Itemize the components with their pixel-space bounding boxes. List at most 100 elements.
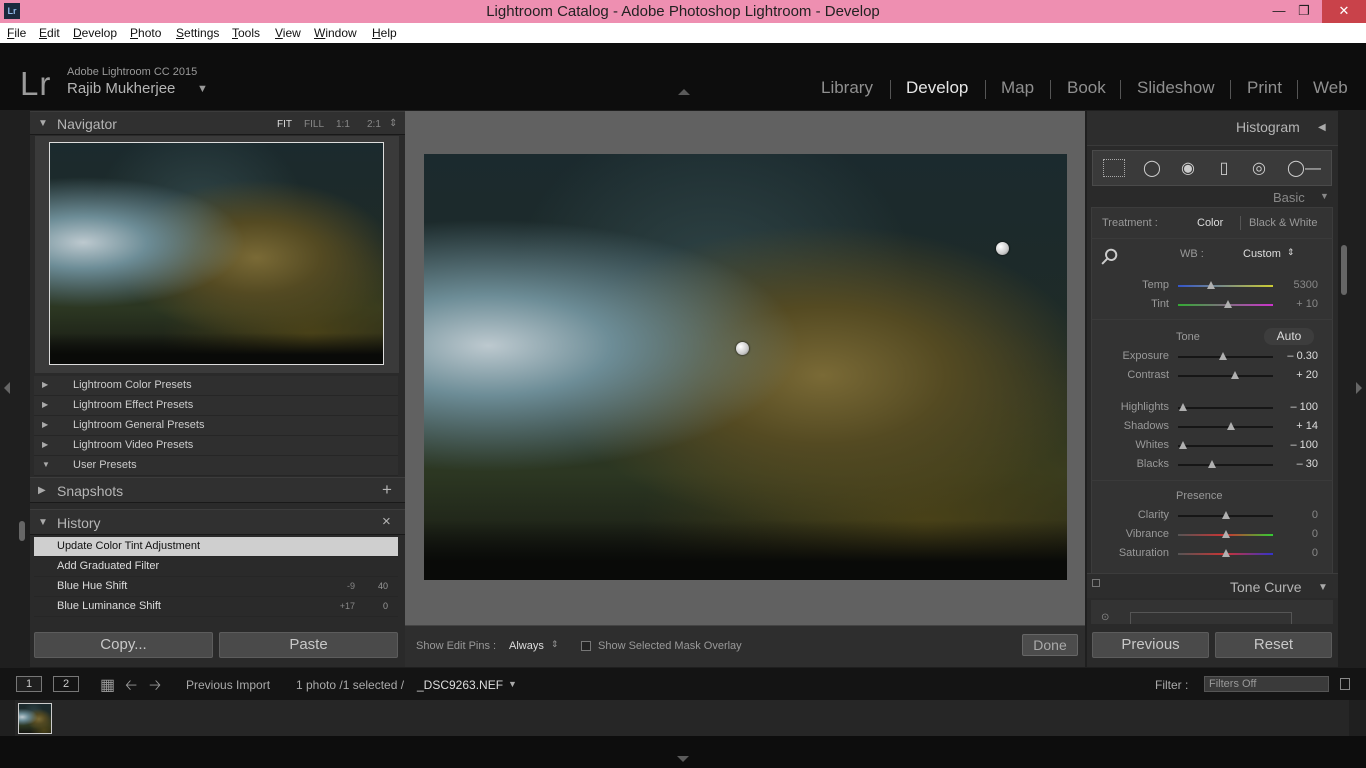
slider-value[interactable]: 0 [1278,509,1318,521]
nav-opt-fill[interactable]: FILL [304,119,324,130]
menu-file[interactable]: File [7,26,26,40]
module-slideshow[interactable]: Slideshow [1137,78,1215,98]
slider-value[interactable]: – 0.30 [1278,350,1318,362]
preset-folder-user[interactable]: ▼ User Presets [34,456,398,476]
slider-track[interactable] [1178,445,1273,447]
module-library[interactable]: Library [821,78,873,98]
treatment-bw[interactable]: Black & White [1249,217,1317,229]
edit-pin-icon[interactable] [996,242,1009,255]
slider-value[interactable]: – 100 [1278,439,1318,451]
mask-overlay-checkbox[interactable] [581,641,591,651]
slider-knob[interactable] [1218,352,1227,360]
back-arrow-icon[interactable]: 🡠 [125,675,137,700]
history-item[interactable]: Blue Luminance Shift +17 0 [34,597,398,617]
menu-develop[interactable]: Develop [73,26,117,40]
nav-opt-1to1[interactable]: 1:1 [336,119,350,130]
add-snapshot-icon[interactable]: + [382,480,392,500]
slider-track[interactable] [1178,426,1273,428]
left-panel-scrollbar[interactable] [19,521,25,541]
adjustment-brush-icon[interactable]: ◯— [1283,159,1325,179]
spot-removal-icon[interactable]: ◯ [1141,159,1163,179]
histogram-header[interactable]: Histogram ◀ [1087,111,1338,146]
slider-track[interactable] [1178,407,1273,409]
slider-track[interactable] [1178,375,1273,377]
right-panel-scrollbar[interactable] [1341,245,1347,295]
history-item[interactable]: Update Color Tint Adjustment [34,537,398,557]
menu-tools[interactable]: Tools [232,26,260,40]
module-book[interactable]: Book [1067,78,1106,98]
red-eye-icon[interactable]: ◉ [1177,159,1199,179]
previous-button[interactable]: Previous [1092,632,1209,658]
menu-settings[interactable]: Settings [176,26,219,40]
close-button[interactable]: ✕ [1322,0,1366,23]
slider-knob[interactable] [1221,511,1230,519]
navigator-header[interactable]: ▼ Navigator FIT FILL 1:1 2:1 ⇕ [30,111,405,135]
slider-value[interactable]: – 100 [1278,401,1318,413]
slider-value[interactable]: 0 [1278,528,1318,540]
filmstrip-thumbnail[interactable] [18,703,52,734]
slider-value[interactable]: + 20 [1278,369,1318,381]
slider-value[interactable]: 5300 [1278,279,1318,291]
main-photo[interactable] [424,154,1067,580]
slider-knob[interactable] [1221,549,1230,557]
select-stepper-icon[interactable]: ⇕ [1287,247,1295,258]
selected-filename[interactable]: _DSC9263.NEF [417,678,503,692]
slider-knob[interactable] [1208,460,1217,468]
secondary-window-button[interactable]: 2 [53,676,79,692]
filter-select[interactable]: Filters Off [1204,676,1329,692]
crop-tool-icon[interactable] [1103,159,1125,177]
minimize-button[interactable]: — [1266,0,1292,23]
filmstrip-source[interactable]: Previous Import [186,678,270,692]
filter-lock-icon[interactable] [1340,678,1350,690]
treatment-color[interactable]: Color [1197,217,1223,229]
zoom-stepper-icon[interactable]: ⇕ [389,118,397,129]
slider-knob[interactable] [1207,281,1216,289]
menu-window[interactable]: Window [314,26,357,40]
paste-button[interactable]: Paste [219,632,398,658]
collapse-top-panel-icon[interactable] [678,89,690,95]
tone-curve-header[interactable]: Tone Curve ▼ [1087,573,1338,598]
slider-value[interactable]: + 14 [1278,420,1318,432]
wb-select[interactable]: Custom [1243,248,1281,260]
done-button[interactable]: Done [1022,634,1078,656]
slider-value[interactable]: 0 [1278,547,1318,559]
menu-help[interactable]: Help [372,26,397,40]
restore-button[interactable]: ❐ [1291,0,1317,23]
history-item[interactable]: Blue Hue Shift -9 40 [34,577,398,597]
module-develop[interactable]: Develop [906,78,968,98]
slider-knob[interactable] [1231,371,1239,379]
slider-value[interactable]: + 10 [1278,298,1318,310]
right-panel-toggle-icon[interactable] [1356,382,1362,394]
preset-folder[interactable]: ▶ Lightroom Effect Presets [34,396,398,416]
module-map[interactable]: Map [1001,78,1034,98]
nav-opt-2to1[interactable]: 2:1 [367,119,381,130]
slider-value[interactable]: – 30 [1278,458,1318,470]
slider-knob[interactable] [1178,441,1187,449]
reset-button[interactable]: Reset [1215,632,1332,658]
slider-knob[interactable] [1221,530,1230,538]
collapse-filmstrip-icon[interactable] [677,756,689,762]
history-header[interactable]: ▼ History × [30,509,405,535]
module-print[interactable]: Print [1247,78,1282,98]
slider-knob[interactable] [1227,422,1236,430]
radial-filter-icon[interactable]: ◎ [1248,159,1270,179]
menu-photo[interactable]: Photo [130,26,161,40]
preset-folder[interactable]: ▶ Lightroom Color Presets [34,376,398,396]
left-panel-toggle-icon[interactable] [4,382,10,394]
slider-track[interactable] [1178,464,1273,466]
main-window-button[interactable]: 1 [16,676,42,692]
clear-history-icon[interactable]: × [382,513,391,530]
target-adjust-icon[interactable]: ⊙ [1101,612,1109,623]
auto-tone-button[interactable]: Auto [1264,328,1314,345]
copy-button[interactable]: Copy... [34,632,213,658]
slider-knob[interactable] [1224,300,1233,308]
grid-view-icon[interactable]: ▦ [100,675,115,695]
forward-arrow-icon[interactable]: 🡢 [149,675,161,700]
filename-dropdown-icon[interactable]: ▼ [508,679,517,689]
user-name[interactable]: Rajib Mukherjee [67,80,175,97]
panel-switch-icon[interactable] [1092,579,1100,587]
basic-panel-title[interactable]: Basic [1273,190,1305,205]
nav-opt-fit[interactable]: FIT [277,119,292,130]
user-dropdown-icon[interactable]: ▼ [197,83,208,95]
slider-knob[interactable] [1178,403,1187,411]
